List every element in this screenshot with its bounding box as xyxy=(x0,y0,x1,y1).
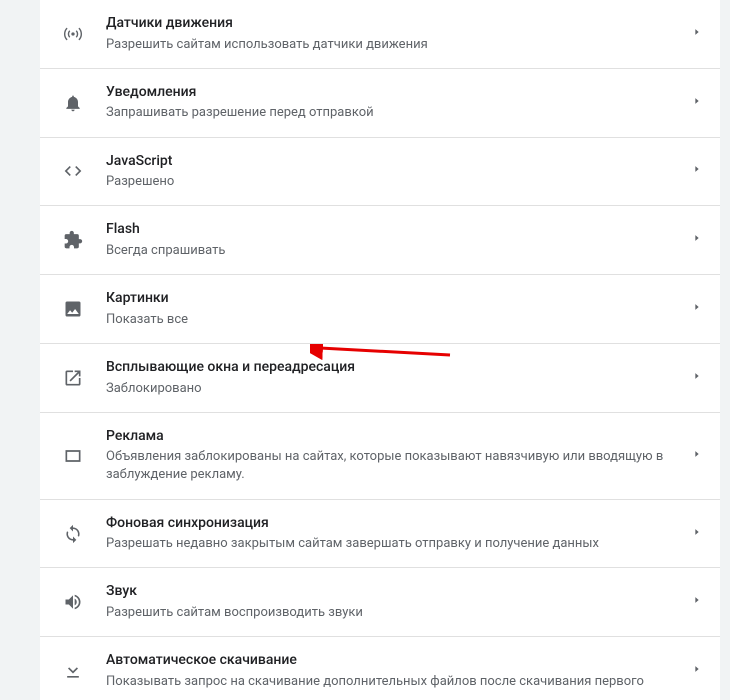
chevron-right-icon xyxy=(692,662,702,680)
row-title: Картинки xyxy=(106,289,682,309)
row-text: Всплывающие окна и переадресация Заблокир… xyxy=(88,358,692,398)
row-title: Звук xyxy=(106,582,682,602)
chevron-right-icon xyxy=(692,231,702,249)
row-text: Звук Разрешить сайтам воспроизводить звук… xyxy=(88,582,692,622)
motion-sensors-icon xyxy=(58,24,88,44)
bell-icon xyxy=(58,93,88,113)
chevron-right-icon xyxy=(692,25,702,43)
rectangle-icon xyxy=(58,446,88,466)
chevron-right-icon xyxy=(692,369,702,387)
settings-row-images[interactable]: Картинки Показать все xyxy=(40,275,720,344)
settings-row-ads[interactable]: РекламаОбъявления заблокированы на сайта… xyxy=(40,413,720,500)
row-subtitle: Показывать запрос на скачивание дополнит… xyxy=(106,673,682,691)
image-icon xyxy=(58,299,88,319)
row-text: РекламаОбъявления заблокированы на сайта… xyxy=(88,427,692,485)
chevron-right-icon xyxy=(692,447,702,465)
popup-icon xyxy=(58,368,88,388)
chevron-right-icon xyxy=(692,300,702,318)
settings-row-popups[interactable]: Всплывающие окна и переадресация Заблокир… xyxy=(40,344,720,413)
row-text: Датчики движения Разрешить сайтам использ… xyxy=(88,14,692,54)
chevron-right-icon xyxy=(692,94,702,112)
row-subtitle: Всегда спрашивать xyxy=(106,242,682,260)
row-title: Фоновая синхронизация xyxy=(106,514,682,534)
row-text: Автоматическое скачивание Показывать запр… xyxy=(88,651,692,691)
settings-row-sound[interactable]: Звук Разрешить сайтам воспроизводить звук… xyxy=(40,568,720,637)
content-settings-panel: Датчики движения Разрешить сайтам использ… xyxy=(40,0,720,700)
row-subtitle: Разрешить сайтам воспроизводить звуки xyxy=(106,604,682,622)
row-subtitle: Запрашивать разрешение перед отправкой xyxy=(106,104,682,122)
code-icon xyxy=(58,161,88,181)
row-text: УведомленияЗапрашивать разрешение перед … xyxy=(88,83,692,123)
settings-row-flash[interactable]: Flash Всегда спрашивать xyxy=(40,206,720,275)
chevron-right-icon xyxy=(692,525,702,543)
row-title: Реклама xyxy=(106,427,682,447)
row-title: JavaScript xyxy=(106,152,682,172)
settings-row-background-sync[interactable]: Фоновая синхронизацияРазрешать недавно з… xyxy=(40,500,720,569)
puzzle-icon xyxy=(58,230,88,250)
row-subtitle: Разрешить сайтам использовать датчики дв… xyxy=(106,36,682,54)
settings-row-javascript[interactable]: JavaScriptРазрешено xyxy=(40,138,720,207)
settings-row-auto-download[interactable]: Автоматическое скачивание Показывать запр… xyxy=(40,637,720,700)
row-subtitle: Показать все xyxy=(106,311,682,329)
settings-row-motion-sensors[interactable]: Датчики движения Разрешить сайтам использ… xyxy=(40,0,720,69)
row-subtitle: Объявления заблокированы на сайтах, кото… xyxy=(106,448,682,484)
row-subtitle: Разрешено xyxy=(106,173,682,191)
sync-icon xyxy=(58,524,88,544)
row-subtitle: Разрешать недавно закрытым сайтам заверш… xyxy=(106,535,682,553)
settings-row-notifications[interactable]: УведомленияЗапрашивать разрешение перед … xyxy=(40,69,720,138)
download-icon xyxy=(58,661,88,681)
row-text: JavaScriptРазрешено xyxy=(88,152,692,192)
row-text: Картинки Показать все xyxy=(88,289,692,329)
row-subtitle: Заблокировано xyxy=(106,380,682,398)
row-text: Flash Всегда спрашивать xyxy=(88,220,692,260)
chevron-right-icon xyxy=(692,162,702,180)
row-title: Датчики движения xyxy=(106,14,682,34)
row-title: Flash xyxy=(106,220,682,240)
row-title: Уведомления xyxy=(106,83,682,103)
row-text: Фоновая синхронизацияРазрешать недавно з… xyxy=(88,514,692,554)
row-title: Автоматическое скачивание xyxy=(106,651,682,671)
volume-icon xyxy=(58,592,88,612)
row-title: Всплывающие окна и переадресация xyxy=(106,358,682,378)
chevron-right-icon xyxy=(692,593,702,611)
